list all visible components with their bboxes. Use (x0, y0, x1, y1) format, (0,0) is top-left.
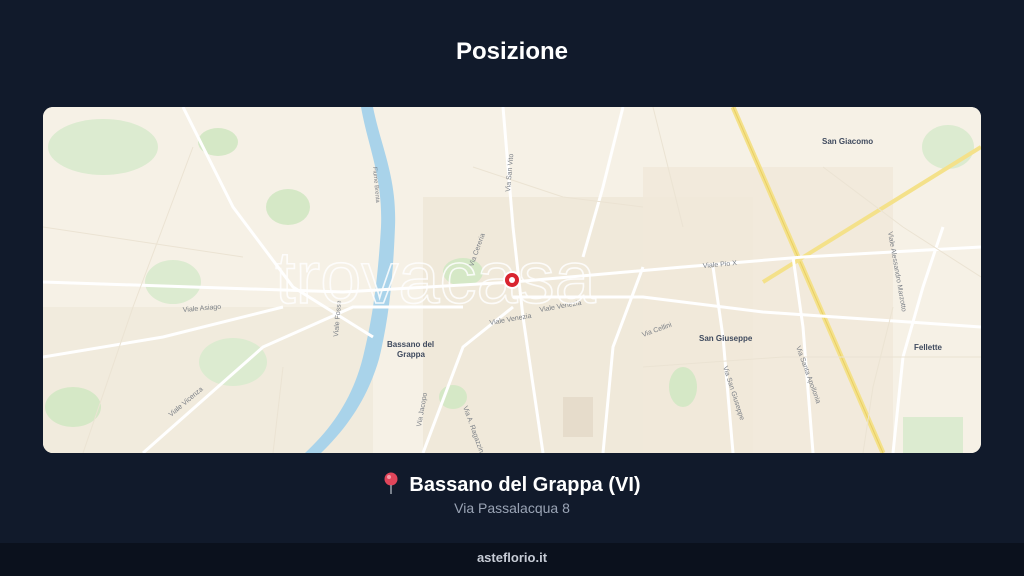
page-title: Posizione (455, 38, 569, 65)
place-label: Grappa (397, 350, 426, 359)
location-address: Via Passalacqua 8 (454, 500, 570, 516)
location-city-row: Bassano del Grappa (VI) (0, 472, 1024, 497)
map-canvas[interactable]: Fiume Brenta Viale Venezia Viale Venezia… (43, 107, 981, 453)
map[interactable]: Fiume Brenta Viale Venezia Viale Venezia… (43, 107, 981, 453)
location-city: Bassano del Grappa (VI) (409, 474, 641, 496)
place-label: Bassano del (387, 340, 434, 349)
watermark-text: trovacasa (275, 236, 597, 319)
footer-brand: asteflorio.it (476, 550, 548, 565)
place-label: San Giacomo (822, 137, 873, 146)
place-label: Fellette (914, 343, 943, 352)
location-marker-icon[interactable] (503, 271, 521, 289)
footer: asteflorio.it (0, 543, 1024, 576)
map-pin-icon (384, 472, 398, 494)
place-label: San Giuseppe (699, 334, 753, 343)
